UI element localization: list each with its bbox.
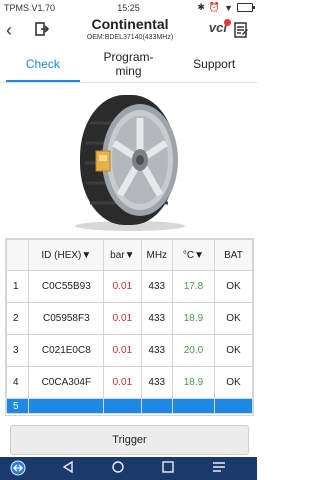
temperature-value: 18.9 [172,302,215,335]
frequency-value: 433 [140,302,174,335]
table-row[interactable]: 3 C021E0C8 0.01 433 20.0 OK [6,334,253,367]
circle-home-icon [112,461,124,473]
nav-home-button[interactable] [112,461,124,476]
triangle-back-icon [62,460,73,474]
square-recents-icon [162,461,174,473]
battery-status: OK [213,366,253,399]
table-row[interactable]: 1 C0C55B93 0.01 433 17.8 OK [6,270,253,303]
pressure-value: 0.01 [103,270,142,303]
frequency-value: 433 [140,270,174,303]
tab-bar: Check Program- ming Support [0,46,257,83]
table-row[interactable]: 4 C0CA304F 0.01 433 18.9 OK [6,366,253,399]
menu-lines-icon [213,462,225,472]
tab-check[interactable]: Check [0,46,86,82]
report-button[interactable] [233,22,249,43]
app-header: ‹ Continental OEM:BDEL37140(433MHz) vci [0,16,257,46]
bluetooth-icon: ✱ [197,2,205,12]
frequency-value [140,398,174,414]
tire-sensor-illustration [75,95,185,231]
wifi-icon: ▼ [224,2,233,13]
sensor-id: C05958F3 [28,302,105,335]
nav-back-button[interactable] [62,460,74,476]
col-bat-header: BAT [213,239,253,271]
table-row-selected[interactable]: 5 [6,398,253,414]
oem-subtitle: OEM:BDEL37140(433MHz) [86,34,174,41]
trigger-button[interactable]: Trigger [10,425,249,455]
title-block: Continental OEM:BDEL37140(433MHz) [60,16,200,42]
col-id-header[interactable]: ID (HEX)▼ [28,239,105,271]
status-icons: ✱ ⏰ ▼ [197,2,255,13]
pressure-value [103,398,142,414]
table-header-row: ID (HEX)▼ bar▼ MHz °C▼ BAT [6,239,253,271]
remote-support-icon [10,460,26,476]
tab-support[interactable]: Support [171,46,257,82]
sensor-id: C0C55B93 [28,270,105,303]
nav-recents-button[interactable] [162,461,174,476]
battery-status: OK [213,334,253,367]
status-bar: TPMS V1.70 15:25 ✱ ⏰ ▼ [0,0,257,16]
table-row[interactable]: 2 C05958F3 0.01 433 18.9 OK [6,302,253,335]
vci-button[interactable]: vci [209,19,231,35]
row-index: 5 [6,398,30,414]
alarm-icon: ⏰ [208,2,221,12]
col-temp-header[interactable]: °C▼ [172,239,215,271]
col-mhz-header: MHz [140,239,174,271]
sensor-table: ID (HEX)▼ bar▼ MHz °C▼ BAT 1 C0C55B93 0.… [5,238,254,416]
pressure-value: 0.01 [103,302,142,335]
battery-status: OK [213,270,253,303]
row-index: 4 [6,366,30,399]
document-icon [234,22,248,38]
pressure-value: 0.01 [103,366,142,399]
temperature-value: 20.0 [172,334,215,367]
row-index: 1 [6,270,30,303]
exit-button[interactable] [35,22,50,41]
battery-status [213,398,253,414]
vci-alert-dot [224,19,231,26]
sensor-id: C021E0C8 [28,334,105,367]
battery-status: OK [213,302,253,335]
nav-menu-button[interactable] [212,461,226,476]
temperature-value [172,398,215,414]
temperature-value: 17.8 [172,270,215,303]
col-index-header [6,239,30,271]
exit-icon [35,22,50,36]
sensor-id: C0CA304F [28,366,105,399]
back-button[interactable]: ‹ [6,20,12,40]
battery-icon [237,3,255,12]
frequency-value: 433 [140,366,174,399]
row-index: 2 [6,302,30,335]
tire-image-area [0,83,257,233]
temperature-value: 18.9 [172,366,215,399]
system-nav-bar [0,457,257,480]
pressure-value: 0.01 [103,334,142,367]
page-title: Continental [91,16,169,32]
sensor-id [28,398,105,414]
col-bar-header[interactable]: bar▼ [103,239,142,271]
remote-app-button[interactable] [10,460,26,479]
row-index: 3 [6,334,30,367]
tab-programming[interactable]: Program- ming [86,46,172,82]
frequency-value: 433 [140,334,174,367]
